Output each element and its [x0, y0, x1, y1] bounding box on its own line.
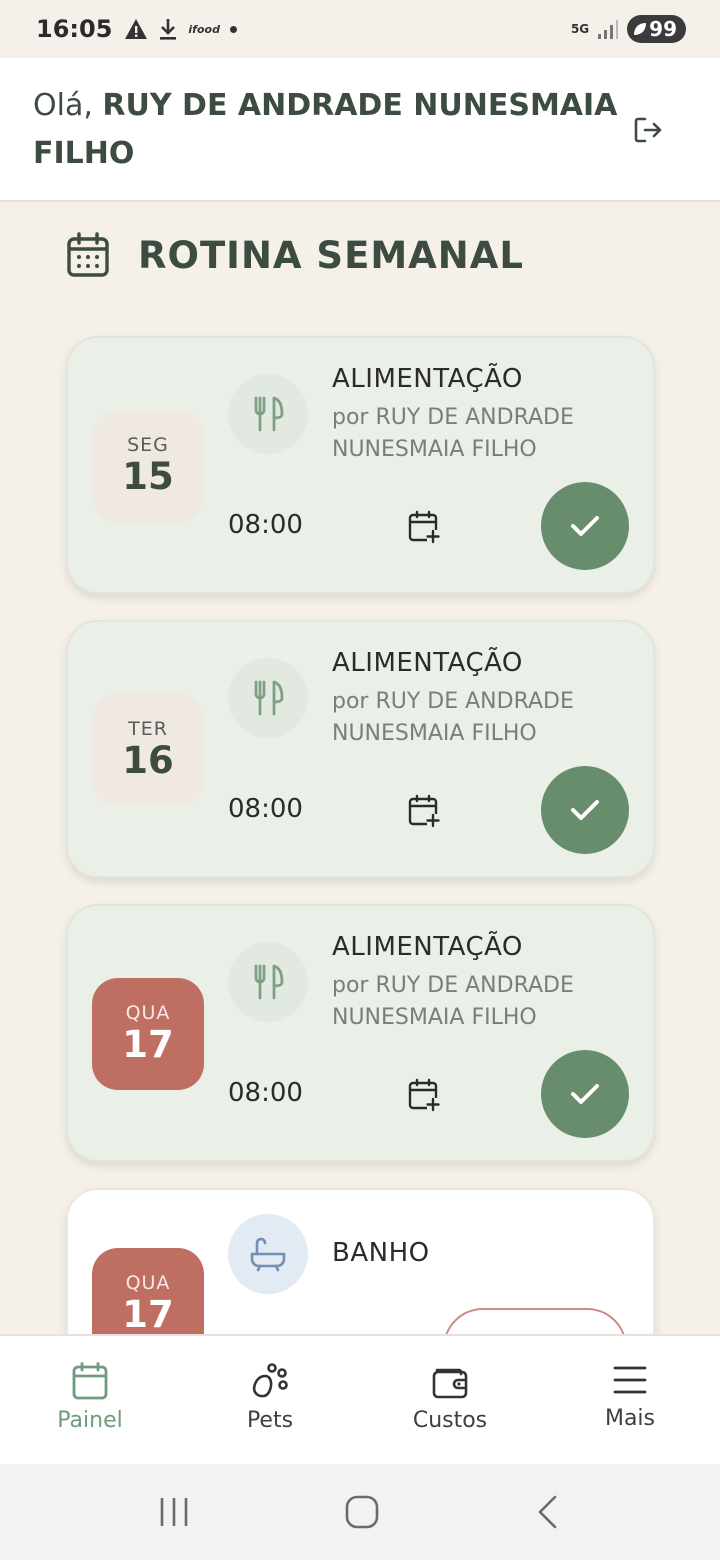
nav-label: Mais	[604, 1406, 656, 1431]
activity-type-badge	[228, 658, 308, 738]
bathtub-icon	[250, 1237, 286, 1272]
section-header: ROTINA SEMANAL	[66, 232, 524, 278]
date-badge-today: QUA 17	[92, 978, 204, 1090]
day-of-week: QUA	[125, 1272, 171, 1294]
user-name: RUY DE ANDRADE NUNESMAIA FILHO	[33, 88, 618, 171]
back-icon[interactable]	[533, 1494, 563, 1530]
more-notifications-dot-icon	[229, 25, 237, 33]
greeting-text: Olá, RUY DE ANDRADE NUNESMAIA FILHO	[33, 82, 620, 178]
app-header: Olá, RUY DE ANDRADE NUNESMAIA FILHO	[0, 58, 720, 202]
activity-type-badge	[228, 1214, 308, 1294]
battery-level: 99	[649, 17, 677, 41]
activity-time: 08:00	[228, 1078, 303, 1108]
nav-label: Pets	[246, 1408, 294, 1433]
calendar-add-icon[interactable]	[408, 510, 440, 544]
nav-pets[interactable]: Pets	[180, 1336, 360, 1464]
fork-knife-icon	[254, 964, 284, 1000]
date-badge: TER 16	[92, 694, 204, 806]
day-of-week: SEG	[127, 434, 169, 456]
nav-mais[interactable]: Mais	[540, 1336, 720, 1464]
warning-icon	[125, 19, 148, 39]
activity-title: ALIMENTAÇÃO	[332, 932, 523, 962]
calendar-icon	[72, 1362, 108, 1400]
day-of-month: 15	[122, 455, 174, 498]
day-of-week: QUA	[125, 1002, 171, 1024]
nav-label: Custos	[412, 1408, 488, 1433]
routine-card[interactable]: SEG 15 ALIMENTAÇÃO por RUY DE ANDRADE NU…	[66, 336, 655, 594]
status-right: 5G 99	[571, 15, 686, 43]
activity-author: por RUY DE ANDRADE NUNESMAIA FILHO	[332, 973, 574, 1030]
activity-title: BANHO	[332, 1238, 430, 1268]
routine-card[interactable]: QUA 17 ALIMENTAÇÃO por RUY DE ANDRADE NU…	[66, 904, 655, 1162]
fork-knife-icon	[254, 396, 284, 432]
activity-type-badge	[228, 942, 308, 1022]
calendar-add-icon[interactable]	[408, 1078, 440, 1112]
activity-author: por RUY DE ANDRADE NUNESMAIA FILHO	[332, 689, 574, 746]
mark-done-button[interactable]	[541, 482, 629, 570]
activity-title: ALIMENTAÇÃO	[332, 364, 523, 394]
system-navigation-bar	[0, 1464, 720, 1560]
section-title: ROTINA SEMANAL	[138, 233, 524, 277]
day-of-month: 17	[122, 1023, 174, 1066]
check-icon	[571, 1084, 599, 1104]
network-type-badge: 5G	[570, 22, 590, 36]
activity-time: 08:00	[228, 794, 303, 824]
mark-done-button[interactable]	[541, 1050, 629, 1138]
status-bar: 16:05 ifood 5G 99	[0, 0, 720, 58]
paw-icon	[252, 1363, 288, 1398]
nav-custos[interactable]: Custos	[360, 1336, 540, 1464]
battery-indicator: 99	[627, 15, 686, 43]
status-left: 16:05 ifood	[36, 15, 237, 43]
recent-apps-icon[interactable]	[157, 1495, 191, 1529]
day-of-week: TER	[128, 718, 168, 740]
logout-button[interactable]	[628, 110, 668, 150]
nav-painel[interactable]: Painel	[0, 1336, 180, 1464]
check-icon	[571, 516, 599, 536]
activity-title: ALIMENTAÇÃO	[332, 648, 523, 678]
status-notification-icons: ifood	[124, 17, 237, 41]
routine-card[interactable]: TER 16 ALIMENTAÇÃO por RUY DE ANDRADE NU…	[66, 620, 655, 878]
menu-icon	[613, 1366, 647, 1394]
ifood-icon: ifood	[188, 22, 220, 36]
day-of-month: 16	[122, 739, 174, 782]
greeting-prefix: Olá,	[33, 88, 93, 123]
mark-done-button[interactable]	[541, 766, 629, 854]
wallet-icon	[432, 1368, 468, 1399]
download-icon	[160, 19, 177, 40]
bottom-navigation: Painel Pets Custos Mais	[0, 1334, 720, 1464]
activity-type-badge	[228, 374, 308, 454]
check-icon	[571, 800, 599, 820]
fork-knife-icon	[254, 680, 284, 716]
battery-saver-leaf-icon	[634, 23, 647, 35]
home-icon[interactable]	[344, 1494, 380, 1530]
calendar-add-icon[interactable]	[408, 794, 440, 828]
day-of-month: 17	[122, 1293, 174, 1336]
date-badge: SEG 15	[92, 410, 204, 522]
signal-icon	[598, 20, 619, 39]
activity-author: por RUY DE ANDRADE NUNESMAIA FILHO	[332, 405, 574, 462]
logout-icon	[634, 117, 662, 143]
status-time: 16:05	[36, 15, 113, 43]
nav-label: Painel	[57, 1408, 123, 1433]
calendar-icon	[67, 232, 109, 277]
routine-list: SEG 15 ALIMENTAÇÃO por RUY DE ANDRADE NU…	[66, 336, 655, 1472]
activity-time: 08:00	[228, 510, 303, 540]
